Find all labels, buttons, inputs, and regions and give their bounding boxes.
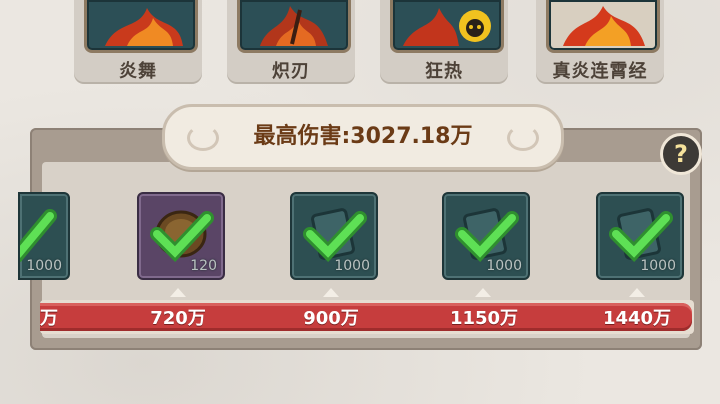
fire-icon <box>105 8 183 46</box>
scroll-fire-icon <box>563 6 645 46</box>
threshold-marker <box>323 288 339 297</box>
skill-icon-frame <box>84 0 198 53</box>
skill-label: 真炎连霄经 <box>552 61 648 82</box>
rage-icon <box>403 8 491 46</box>
reward-item[interactable]: 1000 <box>442 192 530 280</box>
skill-icon-frame <box>237 0 351 53</box>
reward-item[interactable]: 120 <box>137 192 225 280</box>
skill-card-kuangre[interactable]: 狂热 <box>380 0 508 82</box>
blade-fire-icon <box>260 6 328 46</box>
skill-card-yanwu[interactable]: 炎舞 <box>74 0 202 82</box>
reward-item[interactable]: 1000 <box>290 192 378 280</box>
threshold-marker <box>475 288 491 297</box>
skill-label: 炽刃 <box>272 61 310 82</box>
reward-qty: 1000 <box>334 258 370 274</box>
skill-card-zhenyan[interactable]: 真炎连霄经 <box>536 0 664 82</box>
threshold-value: 720万 <box>150 308 206 329</box>
skill-card-chiren[interactable]: 炽刃 <box>227 0 355 82</box>
threshold-value: 1150万 <box>449 308 519 329</box>
threshold-marker <box>629 288 645 297</box>
reward-item[interactable]: 1000 <box>596 192 684 280</box>
threshold-value: 1440万 <box>602 308 672 329</box>
reward-item-partial[interactable]: 1000 <box>18 192 70 280</box>
help-button[interactable]: ? <box>660 133 702 175</box>
skill-icon-frame <box>546 0 660 53</box>
max-damage-banner: 最高伤害:3027.18万 <box>162 104 564 170</box>
threshold-value: 万 <box>40 308 58 329</box>
max-damage-title: 最高伤害:3027.18万 <box>253 124 473 149</box>
skill-label: 狂热 <box>425 61 463 82</box>
skill-label: 炎舞 <box>119 61 157 82</box>
reward-qty: 1000 <box>26 258 62 274</box>
threshold-value: 900万 <box>303 308 359 329</box>
threshold-marker <box>170 288 186 297</box>
reward-qty: 1000 <box>640 258 676 274</box>
reward-qty: 120 <box>190 258 217 274</box>
reward-qty: 1000 <box>486 258 522 274</box>
skill-icon-frame <box>390 0 504 53</box>
